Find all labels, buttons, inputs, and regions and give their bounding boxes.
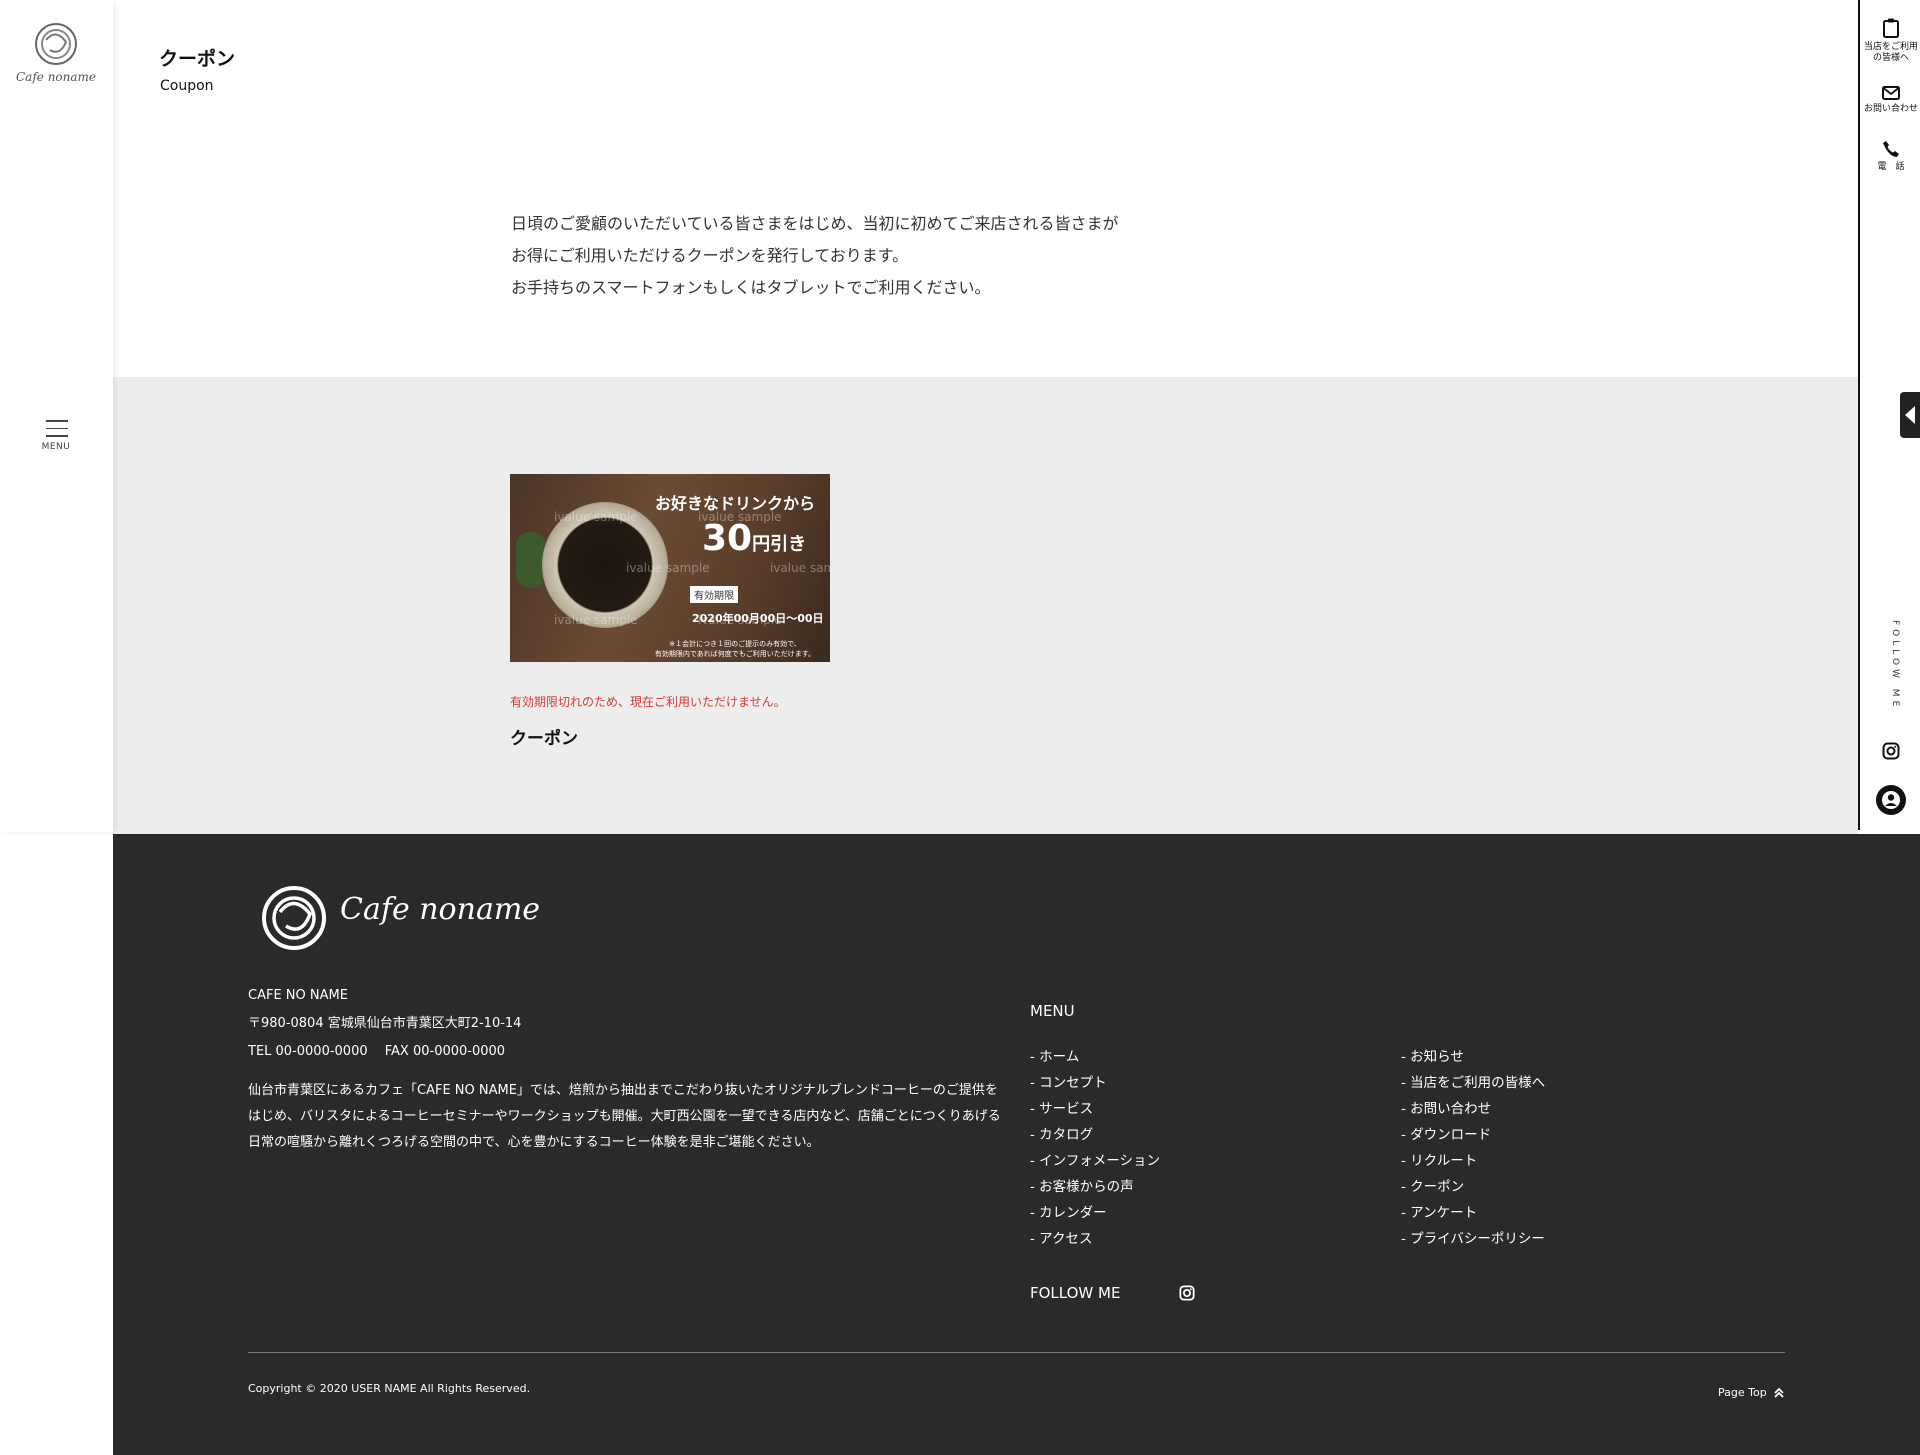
company-name: CAFE NO NAME (248, 988, 348, 1003)
footer-follow-label: FOLLOW ME (1030, 1284, 1121, 1302)
coupon-note-line: 有効期限内であれば何度でもご利用いただけます。 (654, 650, 816, 658)
postal-address: 〒980-0804 宮城県仙台市青葉区大町2-10-14 (248, 1016, 522, 1031)
follow-me-vertical-label: FOLLOW ME (1890, 620, 1900, 711)
intro-line: お得にご利用いただけるクーポンを発行しております。 (511, 246, 909, 265)
validity-date: 2020年00月00日〜00日 (692, 612, 824, 625)
footer-menu-column: - お知らせ - 当店をご利用の皆様へ - お問い合わせ - ダウンロード - … (1401, 1044, 1545, 1252)
footer-link-guide[interactable]: - 当店をご利用の皆様へ (1401, 1070, 1545, 1096)
coupon-name: クーポン (510, 729, 578, 749)
coupon-headline: お好きなドリンクから (655, 494, 816, 513)
phone-label: 電 話 (1877, 162, 1905, 172)
user-icon (1882, 791, 1900, 809)
footer-address: CAFE NO NAME 〒980-0804 宮城県仙台市青葉区大町2-10-1… (248, 982, 521, 1066)
contact-label: お問い合わせ (1863, 104, 1918, 114)
coupon-image[interactable]: ivalue sample ivalue sample ivalue sampl… (510, 474, 830, 662)
footer-link-service[interactable]: - サービス (1030, 1096, 1160, 1122)
coupon-amount: 30円引き (702, 518, 806, 559)
double-chevron-up-icon (1774, 1387, 1784, 1398)
footer-link-calendar[interactable]: - カレンダー (1030, 1200, 1160, 1226)
footer-link-catalog[interactable]: - カタログ (1030, 1122, 1160, 1148)
watermark: ivalue sample (770, 561, 830, 575)
footer-link-recruit[interactable]: - リクルート (1401, 1148, 1545, 1174)
watermark: ivalue sample (554, 510, 638, 524)
footer-logo-text: Cafe noname (340, 892, 541, 927)
page-subtitle: Coupon (160, 78, 214, 94)
clipboard-icon (1883, 18, 1899, 38)
intro-line: お手持ちのスマートフォンもしくはタブレットでご利用ください。 (511, 278, 991, 297)
intro-line: 日頃のご愛顧のいただいている皆さまをはじめ、当初に初めてご来店される皆さまが (511, 214, 1119, 233)
footer-link-coupon[interactable]: - クーポン (1401, 1174, 1545, 1200)
coupon-expired-notice: 有効期限切れのため、現在ご利用いただけません。 (510, 695, 786, 709)
guide-label-line1: 当店をご利用 (1863, 42, 1918, 52)
watermark: ivalue sample (554, 613, 638, 627)
hamburger-icon (46, 420, 68, 443)
coupon-amount-number: 30 (702, 518, 753, 559)
site-logo[interactable]: Cafe noname (16, 20, 96, 90)
footer-link-testimonials[interactable]: - お客様からの声 (1030, 1174, 1160, 1200)
phone-link[interactable]: 電 話 (1860, 140, 1920, 173)
footer-link-privacy[interactable]: - プライバシーポリシー (1401, 1226, 1545, 1252)
account-button[interactable] (1876, 785, 1906, 815)
watermark: ivalue sample (626, 561, 710, 575)
logo-mark-icon (35, 23, 77, 65)
guide-link[interactable]: 当店をご利用 の皆様へ (1860, 18, 1920, 64)
footer-link-concept[interactable]: - コンセプト (1030, 1070, 1160, 1096)
phone-icon (1883, 141, 1899, 157)
coupon-section: ivalue sample ivalue sample ivalue sampl… (113, 377, 1858, 834)
contact-link[interactable]: お問い合わせ (1860, 86, 1920, 115)
footer-link-home[interactable]: - ホーム (1030, 1044, 1160, 1070)
page-top-label: Page Top (1718, 1386, 1767, 1399)
footer-description: 仙台市青葉区にあるカフェ「CAFE NO NAME」では、焙煎から抽出までこだわ… (248, 1083, 1001, 1150)
page-top-button[interactable]: Page Top (1718, 1386, 1784, 1399)
coupon-note: ※１会計につき１回のご提示のみ有効で、 有効期限内であれば何度でもご利用いただけ… (650, 639, 820, 659)
logo-mark-icon (262, 886, 326, 950)
coupon-note-line: ※１会計につき１回のご提示のみ有効で、 (669, 640, 801, 648)
footer: Cafe noname CAFE NO NAME 〒980-0804 宮城県仙台… (113, 834, 1920, 1455)
guide-label-line2: の皆様へ (1872, 53, 1909, 63)
footer-link-contact[interactable]: - お問い合わせ (1401, 1096, 1545, 1122)
footer-link-download[interactable]: - ダウンロード (1401, 1122, 1545, 1148)
mail-icon (1882, 86, 1900, 100)
left-sidebar: Cafe noname MENU (0, 0, 113, 832)
footer-link-news[interactable]: - お知らせ (1401, 1044, 1545, 1070)
logo-text: Cafe noname (16, 70, 97, 84)
coupon-amount-suffix: 円引き (752, 534, 807, 555)
footer-menu-column: - ホーム - コンセプト - サービス - カタログ - インフォメーション … (1030, 1044, 1160, 1252)
copyright: Copyright © 2020 USER NAME All Rights Re… (248, 1382, 531, 1395)
side-panel-toggle[interactable] (1900, 392, 1920, 438)
intro-text: 日頃のご愛顧のいただいている皆さまをはじめ、当初に初めてご来店される皆さまが お… (511, 208, 1411, 304)
instagram-icon[interactable] (1882, 742, 1900, 764)
menu-toggle-button[interactable]: MENU (36, 418, 76, 456)
phone-fax: TEL 00-0000-0000 FAX 00-0000-0000 (248, 1044, 506, 1059)
footer-link-information[interactable]: - インフォメーション (1030, 1148, 1160, 1174)
menu-label: MENU (41, 442, 71, 452)
page-title: クーポン (159, 48, 236, 70)
footer-menu-heading: MENU (1030, 1002, 1075, 1020)
footer-link-access[interactable]: - アクセス (1030, 1226, 1160, 1252)
instagram-icon[interactable] (1179, 1285, 1195, 1305)
footer-link-survey[interactable]: - アンケート (1401, 1200, 1545, 1226)
footer-divider (248, 1352, 1785, 1353)
footer-logo[interactable]: Cafe noname (258, 884, 541, 950)
validity-badge: 有効期限 (690, 586, 738, 603)
